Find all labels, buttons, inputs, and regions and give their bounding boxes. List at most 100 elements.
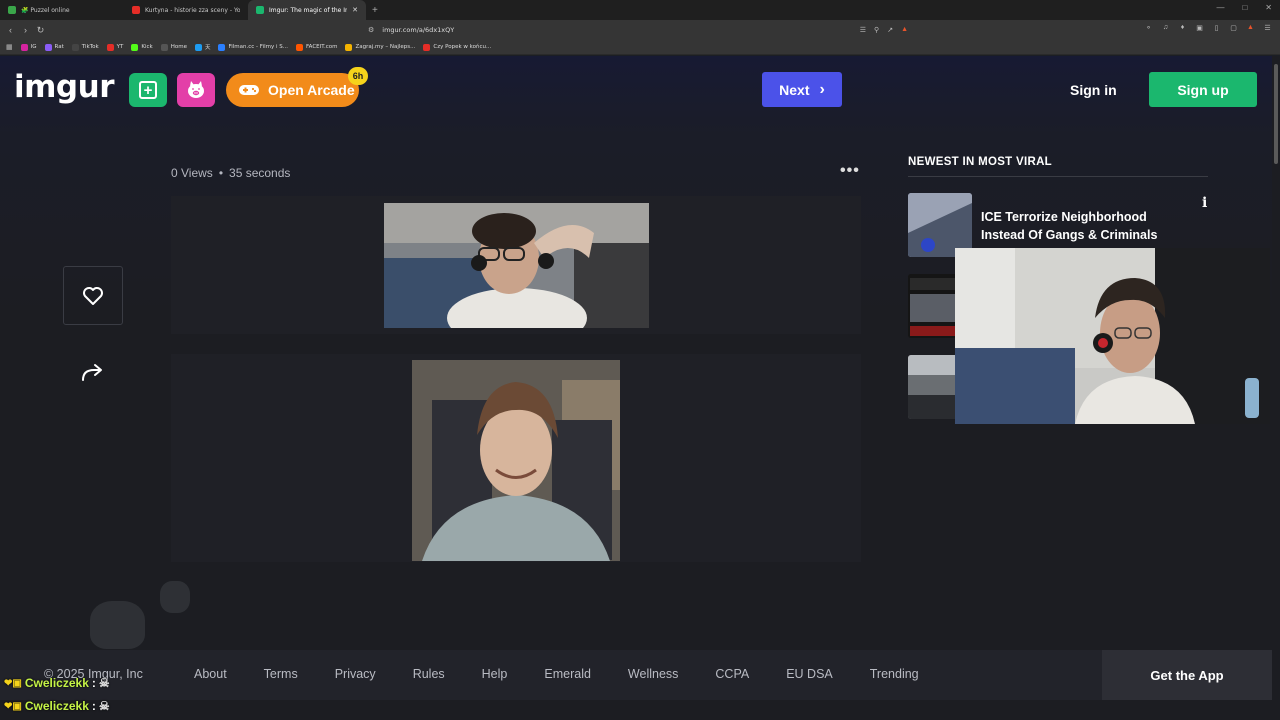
- browser-tab[interactable]: Kurtyna - historie zza sceny - YouTube: [124, 0, 248, 20]
- faceit-icon: [296, 43, 303, 51]
- browser-navbar: ‹ › ↻ ⚙ imgur.com/a/6dx1xQY ☰ ⚲ ↗ ▲ ⚬ ♫ …: [0, 20, 1280, 40]
- brave-shield-icon[interactable]: ▲: [901, 26, 908, 34]
- footer-link-wellness[interactable]: Wellness: [628, 667, 678, 681]
- translate-icon[interactable]: ☰: [860, 26, 866, 34]
- page-scrollbar[interactable]: [1272, 56, 1280, 720]
- bookmark-item[interactable]: IG: [20, 43, 37, 51]
- footer-link-eu-dsa[interactable]: EU DSA: [786, 667, 833, 681]
- new-tab-button[interactable]: +: [366, 0, 384, 20]
- footer-link-help[interactable]: Help: [482, 667, 508, 681]
- imgur-favicon-icon: [256, 6, 264, 14]
- share-page-icon[interactable]: ↗: [887, 26, 893, 34]
- chat-colon: :: [91, 699, 96, 713]
- tab-close-icon[interactable]: ✕: [352, 6, 358, 14]
- footer-link-terms[interactable]: Terms: [264, 667, 298, 681]
- scrollbar-thumb[interactable]: [1274, 64, 1278, 164]
- post-image[interactable]: [384, 203, 649, 328]
- forward-icon[interactable]: ›: [18, 25, 33, 35]
- arcade-label: Open Arcade: [268, 82, 355, 98]
- favorite-button[interactable]: [63, 266, 123, 325]
- bookmark-item[interactable]: Home: [160, 43, 187, 51]
- x-icon: [160, 43, 168, 51]
- address-bar[interactable]: ⚙ imgur.com/a/6dx1xQY: [368, 23, 908, 37]
- next-label: Next: [779, 81, 810, 98]
- background-decoration: [90, 601, 145, 649]
- heart-badge-icon: ❤▣: [4, 700, 22, 712]
- webcam-photo: [384, 203, 649, 328]
- footer-link-ccpa[interactable]: CCPA: [715, 667, 749, 681]
- maximize-icon[interactable]: □: [1242, 3, 1247, 12]
- viral-post-title[interactable]: ICE Terrorize Neighborhood Instead Of Ga…: [981, 208, 1191, 244]
- bookmark-item[interactable]: FACEIT.com: [296, 43, 337, 51]
- apps-grid-icon[interactable]: ▦: [6, 43, 13, 51]
- bookmark-item[interactable]: Czy Popek w końcu...: [423, 43, 491, 51]
- gamepad-icon: [239, 85, 259, 95]
- footer-link-trending[interactable]: Trending: [870, 667, 919, 681]
- vpn-icon[interactable]: ⚬: [1144, 24, 1153, 32]
- instagram-icon: [20, 43, 28, 51]
- extensions-icon[interactable]: ♦: [1178, 24, 1187, 32]
- url-text[interactable]: imgur.com/a/6dx1xQY: [382, 26, 454, 34]
- info-icon[interactable]: i: [1202, 195, 1207, 211]
- audio-icon[interactable]: ♫: [1161, 24, 1170, 32]
- imgur-page: imgur + Open Arcade 6h Next › Sign in Si…: [0, 56, 1272, 720]
- youtube-icon: [106, 43, 114, 51]
- bookmark-item[interactable]: Kick: [131, 43, 153, 51]
- upload-button[interactable]: +: [129, 73, 167, 107]
- menu-icon[interactable]: ☰: [1263, 24, 1272, 32]
- footer-link-privacy[interactable]: Privacy: [335, 667, 376, 681]
- footer-link-rules[interactable]: Rules: [413, 667, 445, 681]
- bookmark-item[interactable]: Zagraj.my – Najleps...: [345, 43, 415, 51]
- tiktok-icon: [71, 43, 79, 51]
- browser-tab[interactable]: 🧩 Puzzel online: [0, 0, 124, 20]
- bookmarks-bar: ▦ IG Rat TikTok YT Kick Home 天 Filman.cc…: [0, 40, 1280, 55]
- open-arcade-button[interactable]: Open Arcade: [226, 73, 359, 107]
- reload-icon[interactable]: ↻: [33, 25, 48, 36]
- browser-tabbar: 🧩 Puzzel online Kurtyna - historie zza s…: [0, 0, 1280, 20]
- pig-button[interactable]: [177, 73, 215, 107]
- imgur-logo[interactable]: imgur: [14, 69, 114, 105]
- screenshot-icon[interactable]: ▣: [1195, 24, 1204, 32]
- footer-link-emerald[interactable]: Emerald: [544, 667, 591, 681]
- bookmark-item[interactable]: Filman.cc - Filmy i S...: [218, 43, 288, 51]
- wallet-icon[interactable]: ▢: [1229, 24, 1238, 32]
- background-decoration: [160, 581, 190, 613]
- back-icon[interactable]: ‹: [3, 25, 18, 35]
- post-age: 35 seconds: [229, 166, 291, 180]
- post-image[interactable]: [412, 360, 620, 561]
- browser-tab-active[interactable]: Imgur: The magic of the Internet ✕: [248, 0, 366, 20]
- more-options-icon[interactable]: •••: [840, 162, 860, 180]
- sidebar-icon[interactable]: ▯: [1212, 24, 1221, 32]
- extension-icons: ⚬ ♫ ♦ ▣ ▯ ▢ ▲ ☰: [1144, 24, 1272, 32]
- sign-in-link[interactable]: Sign in: [1070, 82, 1117, 98]
- footer-links: About Terms Privacy Rules Help Emerald W…: [194, 667, 956, 681]
- sign-up-button[interactable]: Sign up: [1149, 72, 1257, 107]
- bookmark-item[interactable]: 天: [194, 43, 210, 51]
- tab-label: Imgur: The magic of the Internet: [269, 6, 348, 14]
- chat-username: Cweliczekk: [24, 699, 89, 713]
- bookmark-item[interactable]: Rat: [44, 43, 64, 51]
- bookmark-icon: [194, 43, 202, 51]
- webcam-overlay: [955, 248, 1270, 424]
- tab-label: 🧩 Puzzel online: [21, 6, 70, 14]
- bookmark-item[interactable]: TikTok: [71, 43, 99, 51]
- chevron-right-icon: ›: [819, 80, 825, 98]
- get-the-app-button[interactable]: Get the App: [1102, 650, 1272, 700]
- plus-icon: +: [139, 81, 157, 99]
- zoom-icon[interactable]: ⚲: [874, 26, 879, 34]
- share-arrow-icon[interactable]: [80, 360, 106, 386]
- kick-icon: [131, 43, 139, 51]
- post-meta: 0 Views • 35 seconds: [171, 166, 290, 180]
- address-bar-icons: ☰ ⚲ ↗ ▲: [860, 26, 908, 34]
- tab-label: Kurtyna - historie zza sceny - YouTube: [145, 6, 240, 14]
- rewards-icon[interactable]: ▲: [1246, 24, 1255, 32]
- footer-link-about[interactable]: About: [194, 667, 227, 681]
- arcade-timer-badge: 6h: [348, 67, 368, 85]
- view-count: 0 Views: [171, 166, 213, 180]
- close-window-icon[interactable]: ✕: [1265, 3, 1272, 12]
- next-button[interactable]: Next ›: [762, 72, 842, 107]
- heart-badge-icon: ❤▣: [4, 677, 22, 689]
- minimize-icon[interactable]: —: [1216, 3, 1224, 12]
- site-info-icon[interactable]: ⚙: [368, 26, 374, 34]
- bookmark-item[interactable]: YT: [106, 43, 123, 51]
